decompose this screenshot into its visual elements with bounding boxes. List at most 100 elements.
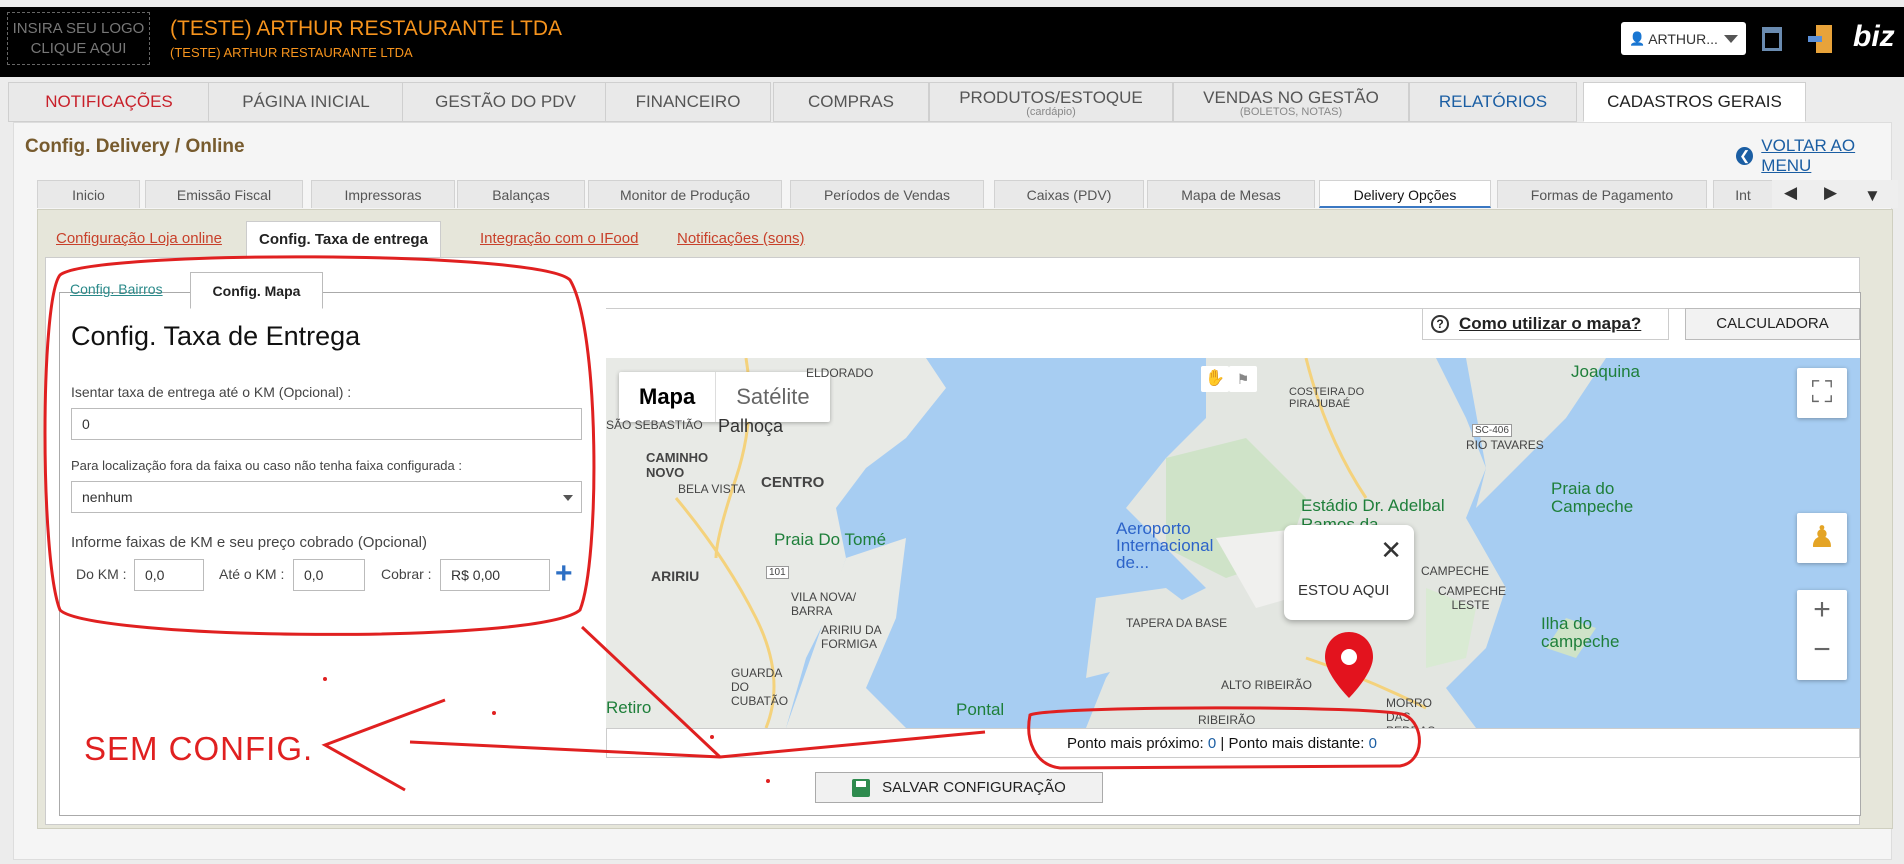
map-label-guarda-cubatao: GUARDA DO CUBATÃO [731, 666, 789, 708]
back-to-menu-link[interactable]: ❮ VOLTAR AO MENU [1736, 136, 1904, 176]
subtab-caixas-pdv[interactable]: Caixas (PDV) [994, 180, 1144, 208]
company-subtitle: (TESTE) ARTHUR RESTAURANTE LTDA [170, 45, 413, 60]
config-sub-tabs: Inicio Emissão Fiscal Impressoras Balanç… [37, 180, 1885, 208]
zoom-controls: + − [1797, 590, 1847, 680]
map-label-campeche: CAMPECHE [1421, 564, 1490, 578]
separator: | [1220, 735, 1225, 752]
map-type-switch: Mapa Satélite [619, 372, 830, 422]
logo-upload[interactable]: INSIRA SEU LOGO CLIQUE AQUI [7, 12, 150, 65]
subtab-delivery-opcoes[interactable]: Delivery Opções [1319, 180, 1491, 208]
exit-door-icon[interactable] [1808, 25, 1834, 53]
brand-logo: biz [1853, 20, 1895, 53]
subtab-formas-pagamento[interactable]: Formas de Pagamento [1497, 180, 1707, 208]
annotation-sem-config: SEM CONFIG. [84, 730, 314, 767]
map-label-tapera: TAPERA DA BASE [1126, 616, 1228, 630]
chevron-down-icon [1724, 34, 1738, 43]
add-range-icon[interactable]: + [555, 559, 573, 589]
fullscreen-icon[interactable]: ⛶ [1797, 368, 1847, 418]
chevron-down-icon[interactable]: ▼ [1864, 186, 1881, 206]
subtab-impressoras[interactable]: Impressoras [311, 180, 455, 208]
map-label-morro-pedras: MORRO DAS PEDRAS [1386, 696, 1435, 728]
from-km-input[interactable]: 0,0 [134, 559, 204, 591]
calculator-button[interactable]: CALCULADORA [1685, 308, 1860, 340]
map-info-popup: ✕ ESTOU AQUI [1284, 525, 1414, 620]
exempt-km-input[interactable]: 0 [71, 408, 582, 440]
tab-pagina-inicial[interactable]: PÁGINA INICIAL [208, 82, 404, 122]
map-label-palhoca: Palhoça [718, 416, 784, 436]
map-label-ribeirao: RIBEIRÃO [1198, 713, 1256, 727]
tab-notificacoes[interactable]: NOTIFICAÇÕES [8, 82, 210, 122]
tab-vendas-label: VENDAS NO GESTÃO [1203, 88, 1379, 107]
how-to-label: Como utilizar o mapa? [1459, 314, 1642, 333]
map-label-praia-tome: Praia Do Tomé [774, 530, 887, 549]
map-label-sc406: SC-406 [1472, 424, 1512, 437]
outside-range-select[interactable]: nenhum [71, 481, 582, 513]
nearest-label: Ponto mais próximo: [1067, 735, 1204, 752]
subtab-mapa-mesas[interactable]: Mapa de Mesas [1147, 180, 1315, 208]
subtab-emissao-fiscal[interactable]: Emissão Fiscal [145, 180, 303, 208]
page-title: Config. Delivery / Online [25, 136, 245, 157]
tab-relatorios[interactable]: RELATÓRIOS [1409, 82, 1577, 122]
form-title: Config. Taxa de Entrega [71, 321, 361, 351]
farthest-value: 0 [1368, 735, 1377, 752]
street-view-pegman-icon[interactable]: ♟ [1797, 513, 1847, 563]
how-to-use-map-button[interactable]: ? Como utilizar o mapa? [1422, 308, 1669, 340]
arrow-left-icon[interactable]: ◀ [1784, 183, 1797, 203]
zoom-in-icon[interactable]: + [1797, 590, 1847, 630]
tab-vendas-gestao[interactable]: VENDAS NO GESTÃO (BOLETOS, NOTAS) [1173, 82, 1409, 122]
help-icon: ? [1431, 315, 1449, 333]
charge-input[interactable]: R$ 0,00 [440, 559, 550, 591]
map-label-alto-ribeirao: ALTO RIBEIRÃO [1221, 678, 1312, 692]
map-view[interactable]: Mapa Satélite ⛶ ♟ + − ✋ ⚑ ELDORADO SÃO S… [606, 358, 1860, 728]
draw-polygon-icon[interactable]: ⚑ [1229, 366, 1257, 392]
map-label-ilha-campeche: Ilha do campeche [1541, 614, 1620, 651]
tab-produtos-label: PRODUTOS/ESTOQUE [959, 88, 1143, 107]
map-label-joaquina: Joaquina [1571, 362, 1641, 381]
subtab-balancas[interactable]: Balanças [457, 180, 585, 208]
user-menu-button[interactable]: 👤 ARTHUR... [1621, 22, 1746, 55]
tab-config-mapa[interactable]: Config. Mapa [190, 272, 323, 309]
subtab-integracoes[interactable]: Int [1713, 180, 1773, 208]
subtab-periodos-vendas[interactable]: Períodos de Vendas [790, 180, 984, 208]
map-type-map[interactable]: Mapa [619, 372, 715, 422]
tab-gestao-pdv[interactable]: GESTÃO DO PDV [402, 82, 609, 122]
tab-notificacoes-sons[interactable]: Notificações (sons) [677, 221, 805, 257]
hand-tool-icon[interactable]: ✋ [1201, 366, 1229, 392]
map-label-aririu-formiga: ARIRIU DA FORMIGA [821, 623, 882, 651]
tab-produtos-estoque[interactable]: PRODUTOS/ESTOQUE (cardápio) [929, 82, 1173, 122]
logo-text-2: CLIQUE AQUI [30, 40, 127, 57]
ranges-label: Informe faixas de KM e seu preço cobrado… [71, 534, 428, 551]
map-label-101: 101 [766, 566, 789, 579]
subtab-monitor-producao[interactable]: Monitor de Produção [588, 180, 782, 208]
from-km-label: Do KM : [76, 566, 127, 582]
subtab-inicio[interactable]: Inicio [37, 180, 140, 208]
close-icon[interactable]: ✕ [1380, 535, 1402, 566]
map-label-praia-campeche: Praia do Campeche [1551, 479, 1634, 516]
chevron-down-icon [563, 495, 573, 501]
tab-configuracao-loja-online[interactable]: Configuração Loja online [56, 221, 222, 257]
tab-scroll-controls: ◀ ▶ ▼ [1772, 180, 1898, 208]
outside-range-value: nenhum [82, 489, 133, 505]
exempt-label: Isentar taxa de entrega até o KM (Opcion… [71, 384, 352, 400]
tab-cadastros-gerais[interactable]: CADASTROS GERAIS [1583, 82, 1806, 122]
map-label-caminho-novo: CAMINHO NOVO [646, 450, 709, 480]
tab-integracao-ifood[interactable]: Integração com o IFood [480, 221, 638, 257]
map-label-bela-vista: BELA VISTA [678, 482, 746, 496]
to-km-input[interactable]: 0,0 [293, 559, 365, 591]
map-toolbar [606, 308, 1860, 358]
map-label-campeche-leste: CAMPECHE LESTE [1438, 584, 1507, 612]
arrow-right-icon[interactable]: ▶ [1824, 183, 1837, 203]
map-points-summary: Ponto mais próximo: 0 | Ponto mais dista… [1067, 735, 1377, 752]
window-icon[interactable] [1762, 27, 1782, 51]
tab-financeiro[interactable]: FINANCEIRO [605, 82, 771, 122]
tab-config-taxa-entrega[interactable]: Config. Taxa de entrega [246, 221, 441, 257]
zoom-out-icon[interactable]: − [1797, 630, 1847, 670]
map-label-aririu: ARIRIU [651, 568, 700, 584]
map-label-eldorado: ELDORADO [806, 366, 874, 380]
save-config-label: SALVAR CONFIGURAÇÃO [882, 779, 1066, 796]
map-label-costeira: COSTEIRA DO PIRAJUBAÉ [1289, 386, 1365, 410]
save-config-button[interactable]: SALVAR CONFIGURAÇÃO [815, 772, 1103, 803]
tab-compras[interactable]: COMPRAS [773, 82, 929, 122]
map-label-centro: CENTRO [761, 474, 825, 491]
tab-config-bairros[interactable]: Config. Bairros [70, 281, 163, 297]
